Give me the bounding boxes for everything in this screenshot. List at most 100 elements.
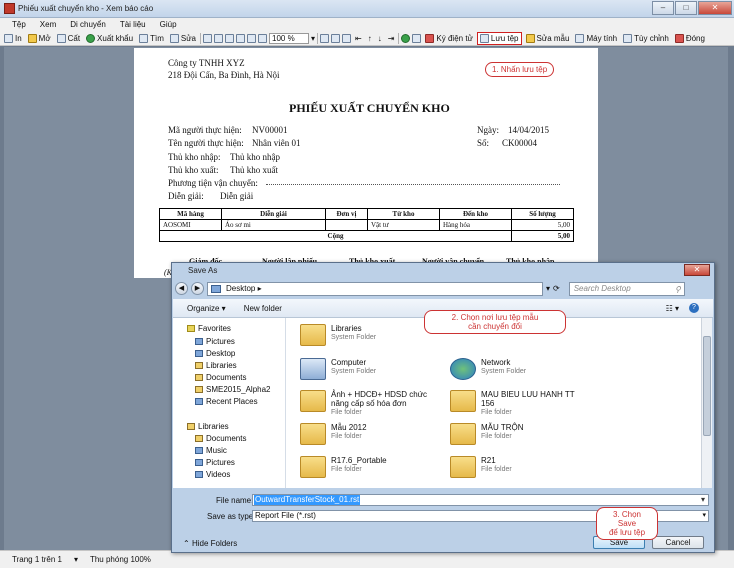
menu-xem[interactable]: Xem [40, 20, 56, 29]
minimize-button[interactable]: – [652, 1, 674, 15]
cancel-button[interactable]: Cancel [652, 536, 704, 549]
report-page: Công ty TNHH XYZ 218 Đội Cấn, Ba Đình, H… [134, 48, 598, 278]
location-field[interactable]: Desktop ▸ [207, 281, 543, 296]
forward-icon[interactable]: ▶ [191, 282, 204, 295]
nav-favorites[interactable]: Favorites [187, 324, 231, 333]
menu-tep[interactable]: Tệp [12, 20, 26, 29]
total-value: 5,00 [511, 230, 574, 242]
filename-input[interactable]: OutwardTransferStock_01.rst ▾ [252, 494, 709, 506]
nav-desktop[interactable]: Desktop [195, 349, 235, 358]
hide-folders-button[interactable]: ⌃ Hide Folders [183, 539, 237, 548]
list-item[interactable]: MẪU TRỘN File folder [450, 423, 524, 445]
nav-libraries-group[interactable]: Libraries [187, 422, 229, 431]
issuer-keeper: Thủ kho xuất [230, 165, 278, 175]
list-item[interactable]: Libraries System Folder [300, 324, 376, 346]
nav-pictures-lib[interactable]: Pictures [195, 458, 235, 467]
table-header: Từ kho [367, 208, 440, 220]
next-page-icon[interactable]: ↓ [376, 32, 384, 45]
list-item[interactable]: Computer System Folder [300, 358, 376, 380]
callout-save-file: 1. Nhấn lưu tệp [485, 62, 555, 77]
edit-template-button[interactable]: Sửa mẫu [524, 32, 572, 45]
first-page-icon[interactable]: ⇤ [353, 32, 364, 45]
calculator-icon [575, 33, 585, 43]
chevron-down-icon[interactable]: ▾ [546, 284, 550, 293]
last-page-icon[interactable]: ⇥ [386, 32, 397, 45]
table-row: AOSOMI Áo sơ mi Vật tư Hàng hóa 5,00 [159, 219, 574, 231]
zoom-in-icon[interactable] [214, 33, 223, 43]
star-icon [187, 325, 195, 332]
new-folder-button[interactable]: New folder [244, 304, 282, 313]
edit-button[interactable]: Sửa [168, 32, 198, 45]
export-button[interactable]: Xuất khẩu [84, 32, 135, 45]
page-indicator[interactable]: Trang 1 trên 1 [12, 555, 62, 564]
toolbar-separator [200, 32, 201, 44]
list-item[interactable]: MAU BIEU LUU HANH TT 156 File folder [450, 390, 581, 417]
close-icon [674, 33, 684, 43]
stop-icon[interactable] [412, 33, 422, 43]
recent-places-icon [195, 398, 203, 405]
list-item[interactable]: Network System Folder [450, 358, 526, 380]
callout-choose-location: 2. Chọn nơi lưu tệp mẫu cần chuyển đổi [424, 310, 566, 334]
report-title: PHIẾU XUẤT CHUYỂN KHO [289, 101, 450, 115]
zoom-fit-icon[interactable] [236, 33, 245, 43]
app-icon [4, 3, 15, 14]
transport-label: Phương tiện vận chuyển: [168, 178, 258, 188]
zoom-page-icon[interactable] [247, 33, 256, 43]
nav-documents-lib[interactable]: Documents [195, 434, 246, 443]
chevron-down-icon[interactable]: ▾ [74, 555, 78, 564]
chevron-down-icon[interactable]: ▾ [700, 495, 706, 505]
find-button[interactable]: Tìm [137, 32, 166, 45]
single-page-icon[interactable] [320, 33, 330, 43]
two-page-icon[interactable] [331, 33, 341, 43]
view-options-icon[interactable]: ☷ ▾ [666, 304, 679, 313]
toolbar: In Mở Cất Xuất khẩu Tìm Sửa 100 % ▾ ⇤ ↑ … [0, 31, 734, 46]
libraries-icon [187, 423, 195, 430]
menu-di-chuyen[interactable]: Di chuyển [70, 20, 106, 29]
total-label: Cộng [159, 230, 512, 242]
store-button[interactable]: Cất [55, 32, 82, 45]
nav-sme2015[interactable]: SME2015_Alpha2 [195, 385, 271, 394]
dialog-close-button[interactable]: ✕ [684, 264, 710, 276]
help-icon[interactable]: ? [689, 303, 699, 313]
table-cell: Áo sơ mi [221, 219, 326, 231]
nav-pictures[interactable]: Pictures [195, 337, 235, 346]
list-item[interactable]: Ảnh + HDCĐ+ HDSD chức năng cấp số hóa đơ… [300, 390, 431, 417]
menu-giup[interactable]: Giúp [160, 20, 177, 29]
zoom-width-icon[interactable] [258, 33, 267, 43]
digital-sign-button[interactable]: Ký điện tử [423, 32, 474, 45]
save-file-button[interactable]: Lưu tệp [476, 31, 522, 45]
back-icon[interactable]: ◀ [175, 282, 188, 295]
open-button[interactable]: Mở [26, 32, 53, 45]
nav-documents[interactable]: Documents [195, 373, 246, 382]
chevron-down-icon[interactable]: ▾ [311, 34, 315, 43]
nav-libraries[interactable]: Libraries [195, 361, 237, 370]
select-icon[interactable] [203, 33, 212, 43]
search-input[interactable]: Search Desktop ⚲ [568, 281, 685, 296]
refresh-icon[interactable] [401, 33, 411, 43]
file-list-scrollbar[interactable] [701, 318, 712, 488]
print-button[interactable]: In [2, 32, 24, 45]
prev-page-icon[interactable]: ↑ [366, 32, 374, 45]
libraries-icon [195, 362, 203, 369]
close-button[interactable]: ✕ [698, 1, 732, 15]
table-cell: AOSOMI [159, 219, 222, 231]
nav-music[interactable]: Music [195, 446, 227, 455]
zoom-out-icon[interactable] [225, 33, 234, 43]
menu-tai-lieu[interactable]: Tài liệu [120, 20, 146, 29]
nav-videos[interactable]: Videos [195, 470, 230, 479]
customize-button[interactable]: Tùy chỉnh [621, 32, 671, 45]
close-report-button[interactable]: Đóng [673, 32, 707, 45]
zoom-select[interactable]: 100 % [269, 32, 309, 44]
list-item[interactable]: R21 File folder [450, 456, 512, 478]
refresh-icon[interactable]: ⟳ [553, 284, 560, 293]
videos-icon [195, 471, 203, 478]
maximize-button[interactable]: □ [675, 1, 697, 15]
list-item[interactable]: Mẫu 2012 File folder [300, 423, 367, 445]
chevron-down-icon[interactable]: ▾ [702, 511, 706, 521]
organize-button[interactable]: Organize ▾ [187, 304, 226, 313]
calculator-button[interactable]: Máy tính [573, 32, 619, 45]
scrollbar-thumb[interactable] [703, 336, 711, 436]
nav-recent-places[interactable]: Recent Places [195, 397, 258, 406]
multi-page-icon[interactable] [342, 33, 352, 43]
list-item[interactable]: R17.6_Portable File folder [300, 456, 387, 478]
